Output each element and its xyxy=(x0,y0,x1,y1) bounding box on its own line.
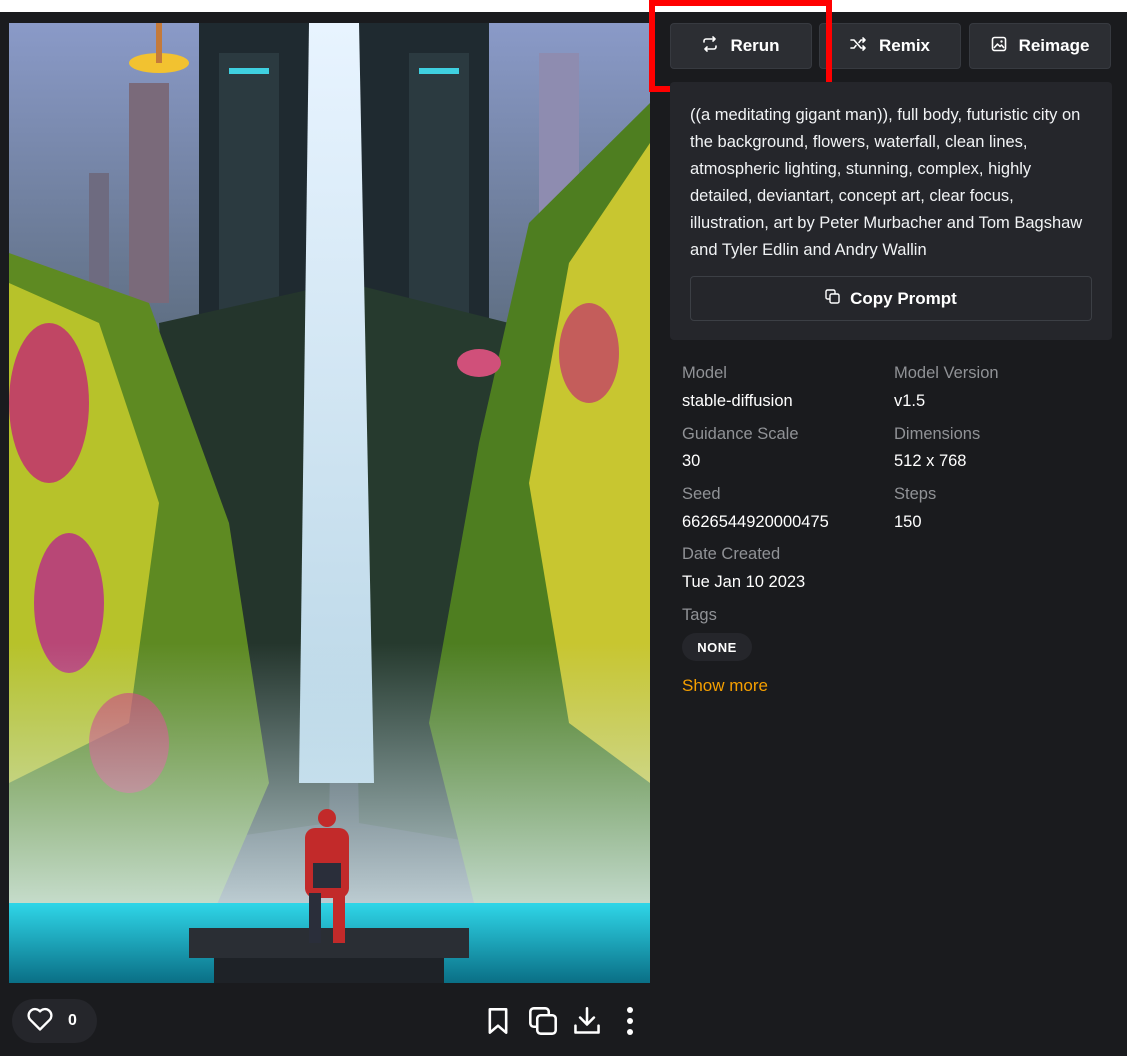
model-version-label: Model Version xyxy=(894,364,999,382)
seed-label: Seed xyxy=(682,485,721,503)
dimensions-label: Dimensions xyxy=(894,425,981,443)
image-icon xyxy=(991,36,1007,57)
dimensions-value: 512 x 768 xyxy=(894,452,967,470)
more-vertical-icon[interactable] xyxy=(613,1004,647,1038)
model-label: Model xyxy=(682,364,727,382)
generated-image-artwork xyxy=(9,23,650,983)
generated-image[interactable] xyxy=(9,23,650,983)
prompt-text: ((a meditating gigant man)), full body, … xyxy=(690,106,1083,259)
date-created-label: Date Created xyxy=(682,545,781,563)
remix-button[interactable]: Remix xyxy=(819,23,961,69)
remix-label: Remix xyxy=(878,36,931,55)
rerun-highlight-box xyxy=(649,0,832,92)
tag-chip[interactable]: NONE xyxy=(682,633,752,661)
steps-label: Steps xyxy=(894,485,937,503)
guidance-scale-label: Guidance Scale xyxy=(682,425,799,443)
guidance-scale-value: 30 xyxy=(682,452,701,470)
model-version-value: v1.5 xyxy=(894,392,926,410)
page: 0 Rerun Remix Reimage ((a meditating gig… xyxy=(0,0,1127,1056)
top-strip xyxy=(0,0,1127,12)
download-icon[interactable] xyxy=(570,1004,604,1038)
like-button[interactable]: 0 xyxy=(12,999,97,1043)
seed-value: 6626544920000475 xyxy=(682,513,829,531)
copy-prompt-button[interactable]: Copy Prompt xyxy=(690,276,1092,321)
shuffle-icon xyxy=(850,36,867,57)
tags-label: Tags xyxy=(682,606,717,624)
show-more-link[interactable]: Show more xyxy=(682,676,768,696)
like-count: 0 xyxy=(68,1012,77,1029)
bookmark-icon[interactable] xyxy=(481,1004,515,1038)
copy-icon[interactable] xyxy=(526,1004,560,1038)
model-value: stable-diffusion xyxy=(682,392,793,410)
reimage-button[interactable]: Reimage xyxy=(969,23,1111,69)
steps-value: 150 xyxy=(894,513,922,531)
reimage-label: Reimage xyxy=(1018,36,1090,55)
copy-prompt-label: Copy Prompt xyxy=(850,288,957,308)
copy-icon xyxy=(825,288,840,309)
prompt-card: ((a meditating gigant man)), full body, … xyxy=(670,82,1112,340)
date-created-value: Tue Jan 10 2023 xyxy=(682,573,806,591)
heart-icon xyxy=(26,1006,54,1037)
